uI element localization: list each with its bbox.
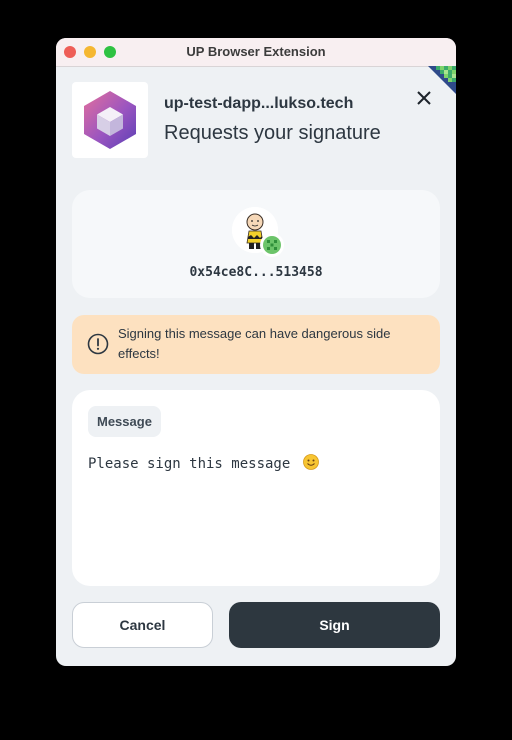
hexagon-cube-icon [84,91,136,149]
signature-request-panel: up-test-dapp...lukso.tech Requests your … [56,67,456,666]
smiley-face-icon [302,454,319,470]
dapp-logo [72,82,148,158]
message-label: Message [88,406,161,437]
profile-address: 0x54ce8C...513458 [189,265,323,280]
window-title: UP Browser Extension [186,44,326,59]
dapp-host: up-test-dapp...lukso.tech [164,95,354,112]
exclamation-circle-icon [87,333,109,355]
close-button[interactable] [412,86,436,110]
cancel-button[interactable]: Cancel [72,602,213,648]
identicon-badge [260,233,284,257]
request-title: Requests your signature [164,122,381,144]
sign-button[interactable]: Sign [229,602,440,648]
extension-window: UP Browser Extension up-test-dapp...luks… [56,38,456,666]
profile-card: 0x54ce8C...513458 [72,190,440,298]
message-card: Message Please sign this message [72,390,440,586]
warning-banner: Signing this message can have dangerous … [72,315,440,374]
message-body: Please sign this message [88,454,319,472]
message-text: Please sign this message [88,456,291,472]
close-icon [417,91,431,105]
warning-text: Signing this message can have dangerous … [118,326,391,361]
title-bar: UP Browser Extension [56,38,456,67]
